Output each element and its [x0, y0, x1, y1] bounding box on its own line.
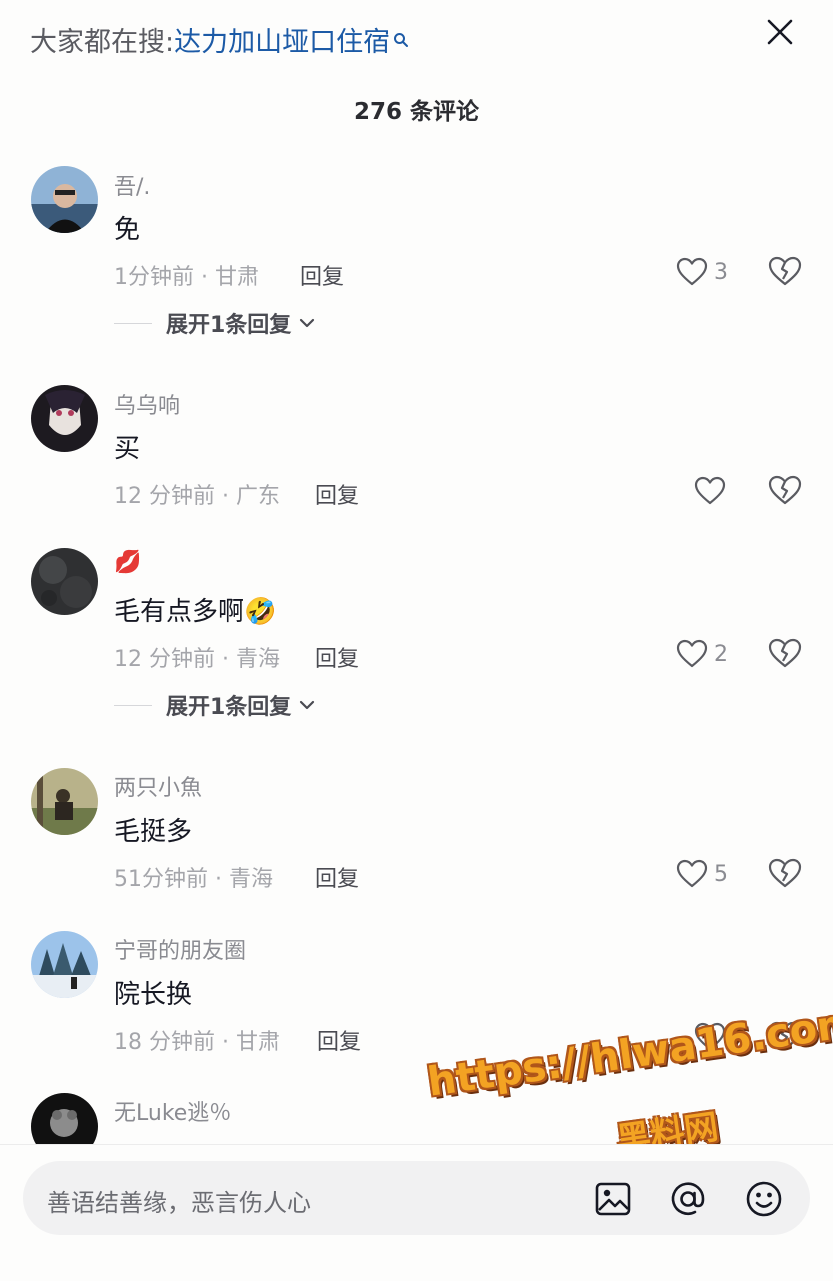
reply-button[interactable]: 回复: [315, 478, 359, 510]
expand-replies-button[interactable]: 展开1条回复: [114, 306, 315, 340]
comment-location: 青海: [228, 867, 273, 892]
avatar[interactable]: [31, 931, 98, 998]
comment-meta: 18 分钟前 · 甘肃: [114, 1024, 280, 1056]
avatar[interactable]: [31, 166, 98, 233]
avatar[interactable]: [31, 768, 98, 835]
comment-text: 院长换: [114, 980, 193, 1010]
comment-count: 276 条评论: [353, 99, 480, 125]
expand-replies-label: 展开1条回复: [166, 695, 292, 720]
comment-meta: 51分钟前 · 青海: [114, 861, 273, 893]
comment-time: 1分钟前: [114, 265, 194, 290]
username[interactable]: 两只小魚: [114, 770, 202, 802]
comment-time: 18 分钟前: [114, 1030, 215, 1055]
divider: [114, 704, 152, 706]
heart-icon: [676, 859, 708, 888]
laughing-emoji: 🤣: [244, 597, 277, 627]
chevron-down-icon: [300, 318, 315, 328]
meta-separator: ·: [215, 484, 236, 509]
comment-location: 青海: [235, 647, 280, 672]
username[interactable]: 宁哥的朋友圈: [114, 933, 246, 965]
comment-text: 毛有点多啊🤣: [114, 591, 276, 628]
like-button[interactable]: 2: [676, 637, 728, 671]
username[interactable]: 无Luke逃％: [114, 1095, 231, 1127]
reply-button[interactable]: 回复: [300, 259, 344, 291]
heart-icon: [676, 639, 708, 668]
username[interactable]: 乌乌响: [114, 388, 180, 420]
meta-separator: ·: [208, 867, 229, 892]
at-icon[interactable]: [668, 1179, 708, 1219]
comment-time: 12 分钟前: [114, 484, 215, 509]
comment-location: 甘肃: [235, 1030, 280, 1055]
reply-button[interactable]: 回复: [315, 861, 359, 893]
broken-heart-icon[interactable]: [768, 637, 802, 671]
comment-time: 51分钟前: [114, 867, 208, 892]
watermark: https://hlwa16.com 黑料网: [425, 1000, 833, 1162]
search-term-link[interactable]: 达力加山垭口住宿: [174, 27, 390, 58]
heart-icon: [676, 257, 708, 286]
username[interactable]: 💋: [114, 550, 141, 575]
reply-button[interactable]: 回复: [315, 641, 359, 673]
comment-time: 12 分钟前: [114, 647, 215, 672]
reply-button[interactable]: 回复: [317, 1024, 361, 1056]
comment-text: 毛挺多: [114, 817, 193, 847]
comment-text: 免: [114, 215, 141, 245]
comment-text: 买: [114, 434, 141, 464]
expand-replies-button[interactable]: 展开1条回复: [114, 688, 315, 722]
meta-separator: ·: [194, 265, 215, 290]
expand-replies-label: 展开1条回复: [166, 313, 292, 338]
heart-icon: [694, 476, 726, 505]
emoji-icon[interactable]: [744, 1179, 784, 1219]
comment-location: 广东: [235, 484, 280, 509]
comment-input[interactable]: 善语结善缘，恶言伤人心: [23, 1161, 810, 1235]
broken-heart-icon[interactable]: [768, 1020, 802, 1054]
avatar[interactable]: [31, 548, 98, 615]
comment-location: 甘肃: [214, 265, 259, 290]
comment-input-bar: 善语结善缘，恶言伤人心: [0, 1144, 833, 1281]
divider: [114, 322, 152, 324]
close-icon[interactable]: [760, 14, 800, 54]
search-prefix: 大家都在搜:: [30, 27, 175, 58]
comment-meta: 1分钟前 · 甘肃: [114, 259, 259, 291]
broken-heart-icon[interactable]: [768, 857, 802, 891]
broken-heart-icon[interactable]: [768, 255, 802, 289]
comment-meta: 12 分钟前 · 青海: [114, 641, 280, 673]
comment-meta: 12 分钟前 · 广东: [114, 478, 280, 510]
image-icon[interactable]: [593, 1179, 633, 1219]
comment-text-body: 毛有点多啊: [114, 597, 245, 627]
like-button[interactable]: [694, 1020, 726, 1054]
meta-separator: ·: [215, 647, 236, 672]
search-suggestion[interactable]: 大家都在搜:达力加山垭口住宿: [30, 20, 409, 59]
heart-icon: [694, 1022, 726, 1051]
like-button[interactable]: 5: [676, 857, 728, 891]
top-bar: 大家都在搜:达力加山垭口住宿: [0, 0, 833, 80]
comment-input-placeholder: 善语结善缘，恶言伤人心: [47, 1189, 311, 1217]
like-button[interactable]: 3: [676, 255, 728, 289]
broken-heart-icon[interactable]: [768, 474, 802, 508]
avatar[interactable]: [31, 385, 98, 452]
like-count: 2: [714, 641, 728, 667]
meta-separator: ·: [215, 1030, 236, 1055]
username[interactable]: 吾/.: [114, 169, 150, 201]
search-icon: [393, 24, 409, 55]
like-count: 5: [714, 861, 728, 887]
like-button[interactable]: [694, 474, 726, 508]
chevron-down-icon: [300, 700, 315, 710]
like-count: 3: [714, 259, 728, 285]
